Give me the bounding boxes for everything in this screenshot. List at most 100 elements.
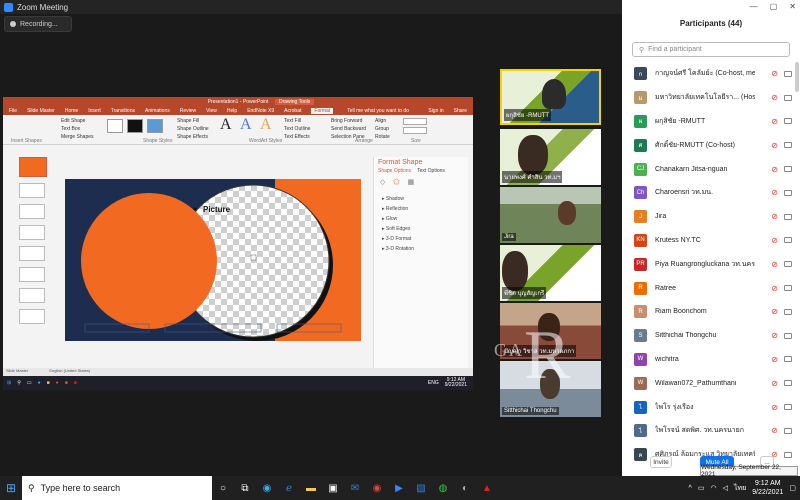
participant-row[interactable]: Wwichitra ⊘ <box>622 348 792 372</box>
shape-style-black[interactable] <box>127 119 143 133</box>
maximize-icon[interactable]: ▢ <box>770 2 778 11</box>
participant-row[interactable]: J Jira ⊘ <box>622 205 792 229</box>
share-button[interactable]: Share <box>454 108 467 114</box>
muted-mic-icon[interactable]: ⊘ <box>771 403 778 412</box>
video-icon[interactable] <box>784 308 792 315</box>
participant-row[interactable]: R Ratree ⊘ <box>622 276 792 300</box>
tab-transitions[interactable]: Transitions <box>111 108 135 114</box>
tab-insert[interactable]: Insert <box>88 108 101 114</box>
app-icon[interactable]: ◐ <box>454 476 476 500</box>
acrobat-icon[interactable]: ▲ <box>476 476 498 500</box>
wifi-icon[interactable]: ◠ <box>710 484 716 492</box>
orange-circle[interactable] <box>81 193 217 329</box>
tell-me-box[interactable]: Tell me what you want to do <box>347 108 409 114</box>
height-input[interactable] <box>403 118 427 125</box>
video-tile[interactable]: นายพงศ์ คำสิน วท.มฯ <box>500 129 601 185</box>
participant-row[interactable]: ศ ศักดิ์ชัย-RMUTT (Co-host) ⊘ <box>622 133 792 157</box>
slide-thumbnail[interactable] <box>19 225 45 240</box>
participant-search-input[interactable]: ⚲ Find a participant <box>632 42 790 57</box>
slide-canvas[interactable]: Picture <box>65 179 361 341</box>
close-icon[interactable]: ✕ <box>789 2 796 11</box>
tab-slide-master[interactable]: Slide Master <box>27 108 55 114</box>
3d-format-section[interactable]: ▸ 3-D Format <box>382 234 460 244</box>
text-options-tab[interactable]: Text Options <box>417 168 445 174</box>
participant-row[interactable]: KN Krutess NY.TC ⊘ <box>622 229 792 253</box>
video-tile[interactable]: ผกุสิชัย -RMUTT <box>500 69 601 125</box>
wordart-style-blue[interactable]: A <box>240 116 252 134</box>
edge-icon[interactable]: ◉ <box>256 476 278 500</box>
effects-icon[interactable]: ⬠ <box>393 178 399 186</box>
participant-row[interactable]: ผ ผกุสิชัย -RMUTT ⊘ <box>622 110 792 134</box>
muted-mic-icon[interactable]: ⊘ <box>771 212 778 221</box>
video-icon[interactable] <box>784 380 792 387</box>
shape-outline-button[interactable]: Shape Outline <box>177 126 209 132</box>
line-icon[interactable]: ◍ <box>432 476 454 500</box>
video-icon[interactable] <box>784 166 792 173</box>
video-icon[interactable] <box>784 213 792 220</box>
tray-language[interactable]: ไทย <box>734 483 746 494</box>
muted-mic-icon[interactable]: ⊘ <box>771 284 778 293</box>
photos-icon[interactable]: ▧ <box>410 476 432 500</box>
tab-review[interactable]: Review <box>180 108 196 114</box>
participant-row[interactable]: S Sitthichai Thongchu ⊘ <box>622 324 792 348</box>
picture-icon[interactable] <box>250 254 257 261</box>
video-icon[interactable] <box>784 285 792 292</box>
video-icon[interactable] <box>784 427 792 434</box>
slide-thumbnail[interactable] <box>19 246 45 261</box>
video-icon[interactable] <box>784 94 792 101</box>
video-icon[interactable] <box>784 404 792 411</box>
reflection-section[interactable]: ▸ Reflection <box>382 204 460 214</box>
video-icon[interactable] <box>784 356 792 363</box>
muted-mic-icon[interactable]: ⊘ <box>771 426 778 435</box>
volume-icon[interactable]: ◁ <box>723 484 728 492</box>
chrome-icon[interactable]: ◉ <box>366 476 388 500</box>
store-icon[interactable]: ▣ <box>322 476 344 500</box>
participant-row[interactable]: ไ ไพโร รุ่งเรือง ⊘ <box>622 395 792 419</box>
text-effects-button[interactable]: Text Effects <box>284 134 310 140</box>
tab-file[interactable]: File <box>9 108 17 114</box>
participant-row[interactable]: CJ Chanakarn Jitsa-nguan ⊘ <box>622 157 792 181</box>
video-icon[interactable] <box>784 142 792 149</box>
shape-style-white[interactable] <box>107 119 123 133</box>
notification-icon[interactable]: ▢ <box>789 484 796 492</box>
width-input[interactable] <box>403 127 427 134</box>
participant-row[interactable]: ม มหาวิทยาลัยเทคโนโลยีรา... (Host) ⊘ <box>622 86 792 110</box>
cortana-icon[interactable]: ○ <box>212 476 234 500</box>
merge-shapes-button[interactable]: Merge Shapes <box>61 134 94 140</box>
muted-mic-icon[interactable]: ⊘ <box>771 331 778 340</box>
file-explorer-icon[interactable]: ▬ <box>300 476 322 500</box>
video-icon[interactable] <box>784 261 792 268</box>
tab-endnote[interactable]: EndNote X9 <box>247 108 274 114</box>
slide-thumbnail[interactable] <box>19 267 45 282</box>
invite-button[interactable]: Invite <box>650 456 672 468</box>
shape-effects-button[interactable]: Shape Effects <box>177 134 208 140</box>
muted-mic-icon[interactable]: ⊘ <box>771 236 778 245</box>
video-icon[interactable] <box>784 332 792 339</box>
video-tile[interactable]: พีชิต บุญสัญเกรี <box>500 245 601 301</box>
wordart-style-orange[interactable]: A <box>260 116 272 134</box>
video-icon[interactable] <box>784 118 792 125</box>
muted-mic-icon[interactable]: ⊘ <box>771 260 778 269</box>
taskbar-clock[interactable]: 9:12 AM 9/22/2021 <box>752 479 783 497</box>
ie-icon[interactable]: ℯ <box>278 476 300 500</box>
sign-in-link[interactable]: Sign in <box>428 108 443 114</box>
text-fill-button[interactable]: Text Fill <box>284 118 301 124</box>
slide-thumbnail[interactable] <box>19 309 45 324</box>
participant-row[interactable]: ไ ไพโรจน์ สดพิศ. วท.นครนายก ⊘ <box>622 419 792 443</box>
tab-acrobat[interactable]: Acrobat <box>284 108 301 114</box>
zoom-icon[interactable]: ▶ <box>388 476 410 500</box>
fill-line-icon[interactable]: ◇ <box>380 178 385 186</box>
wordart-style-plain[interactable]: A <box>220 116 232 134</box>
mail-icon[interactable]: ✉ <box>344 476 366 500</box>
soft-edges-section[interactable]: ▸ Soft Edges <box>382 224 460 234</box>
muted-mic-icon[interactable]: ⊘ <box>771 69 778 78</box>
muted-mic-icon[interactable]: ⊘ <box>771 355 778 364</box>
send-backward-button[interactable]: Send Backward <box>331 126 366 132</box>
recording-indicator[interactable]: Recording... <box>4 16 72 32</box>
video-tile[interactable]: Jira <box>500 187 601 243</box>
group-button[interactable]: Group <box>375 126 389 132</box>
slide-thumbnail[interactable] <box>19 204 45 219</box>
participant-row[interactable]: PR Piya Ruangrongluckana วท.นครนายก ⊘ <box>622 252 792 276</box>
shape-options-tab[interactable]: Shape Options <box>378 168 411 174</box>
video-icon[interactable] <box>784 237 792 244</box>
